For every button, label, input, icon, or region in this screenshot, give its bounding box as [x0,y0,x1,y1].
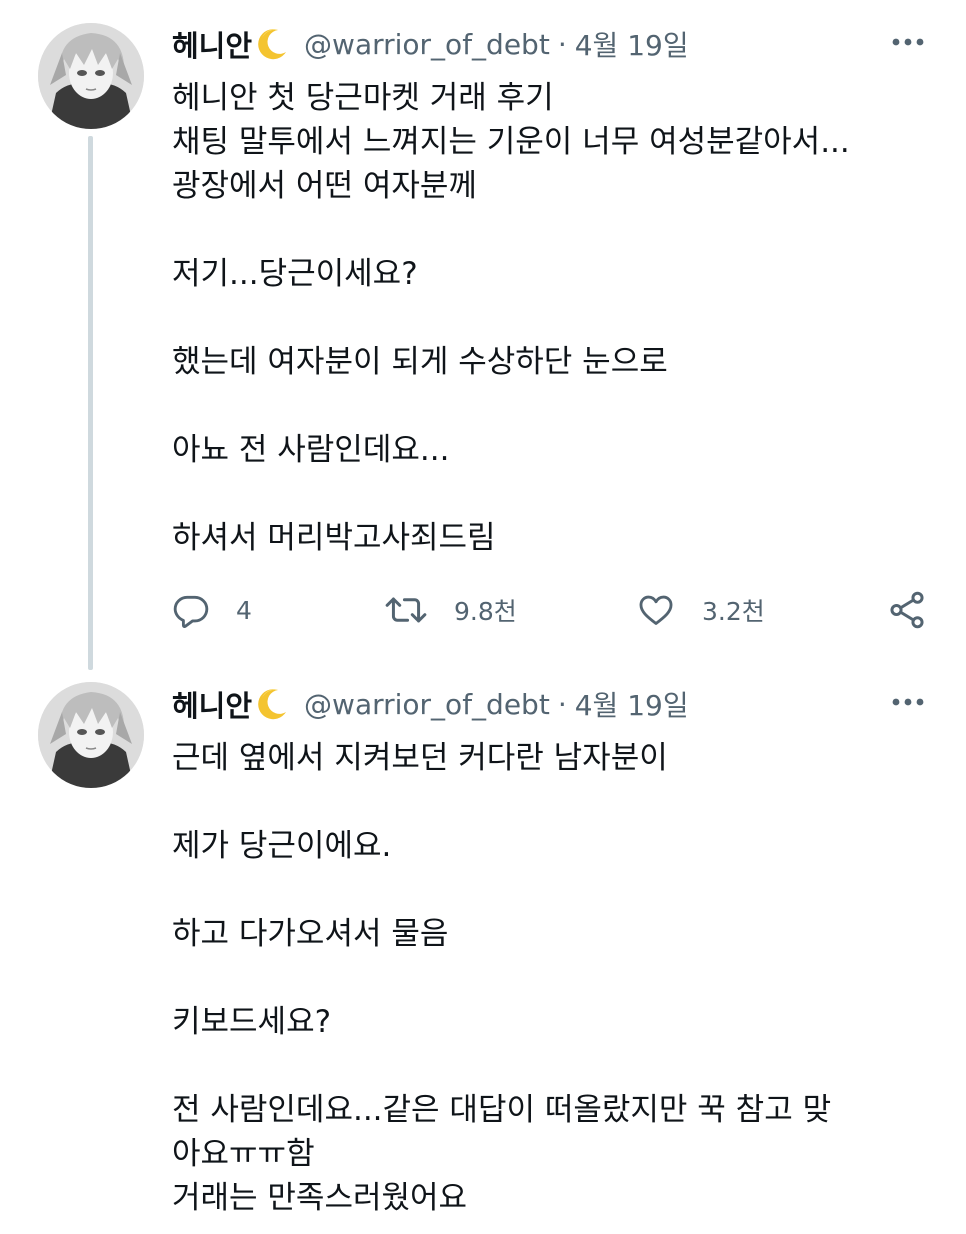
heart-icon [636,591,676,629]
like-button[interactable]: 3.2천 [636,586,765,634]
tweet-header: 헤니안 @warrior_of_debt · 4월 19일 [172,22,689,66]
user-handle[interactable]: @warrior_of_debt [304,688,550,721]
tweet-header: 헤니안 @warrior_of_debt · 4월 19일 [172,682,689,726]
avatar[interactable] [38,23,144,129]
like-count: 3.2천 [702,597,765,626]
avatar-illustration [38,23,144,129]
tweet-text: 헤니안 첫 당근마켓 거래 후기 채팅 말투에서 느껴지는 기운이 너무 여성분… [172,80,850,556]
reply-button[interactable]: 4 [172,586,252,634]
tweet-date[interactable]: 4월 19일 [575,24,689,64]
reply-icon [172,591,210,629]
tweet-text: 근데 옆에서 지켜보던 커다란 남자분이 제가 당근이에요. 하고 다가오셔서 … [172,740,832,1216]
share-icon [886,589,928,631]
avatar[interactable] [38,682,144,788]
tweet[interactable]: 헤니안 @warrior_of_debt · 4월 19일 헤니안 첫 당근마켓… [0,0,966,670]
display-name[interactable]: 헤니안 [172,23,252,65]
more-dots-icon[interactable] [884,690,932,714]
reply-count: 4 [236,595,252,625]
retweet-icon [384,591,428,629]
display-name[interactable]: 헤니안 [172,683,252,725]
more-dots-icon[interactable] [884,30,932,54]
tweet[interactable]: 헤니안 @warrior_of_debt · 4월 19일 근데 옆에서 지켜보… [0,670,966,1234]
tweet-actions: 4 9.8천 3.2천 [0,586,966,634]
avatar-illustration [38,682,144,788]
retweet-button[interactable]: 9.8천 [384,586,517,634]
separator-dot: · [557,687,567,721]
crescent-moon-icon [254,26,290,62]
crescent-moon-icon [254,686,290,722]
tweet-date[interactable]: 4월 19일 [575,684,689,724]
user-handle[interactable]: @warrior_of_debt [304,28,550,61]
retweet-count: 9.8천 [454,597,517,626]
share-button[interactable] [886,586,928,634]
separator-dot: · [557,27,567,61]
